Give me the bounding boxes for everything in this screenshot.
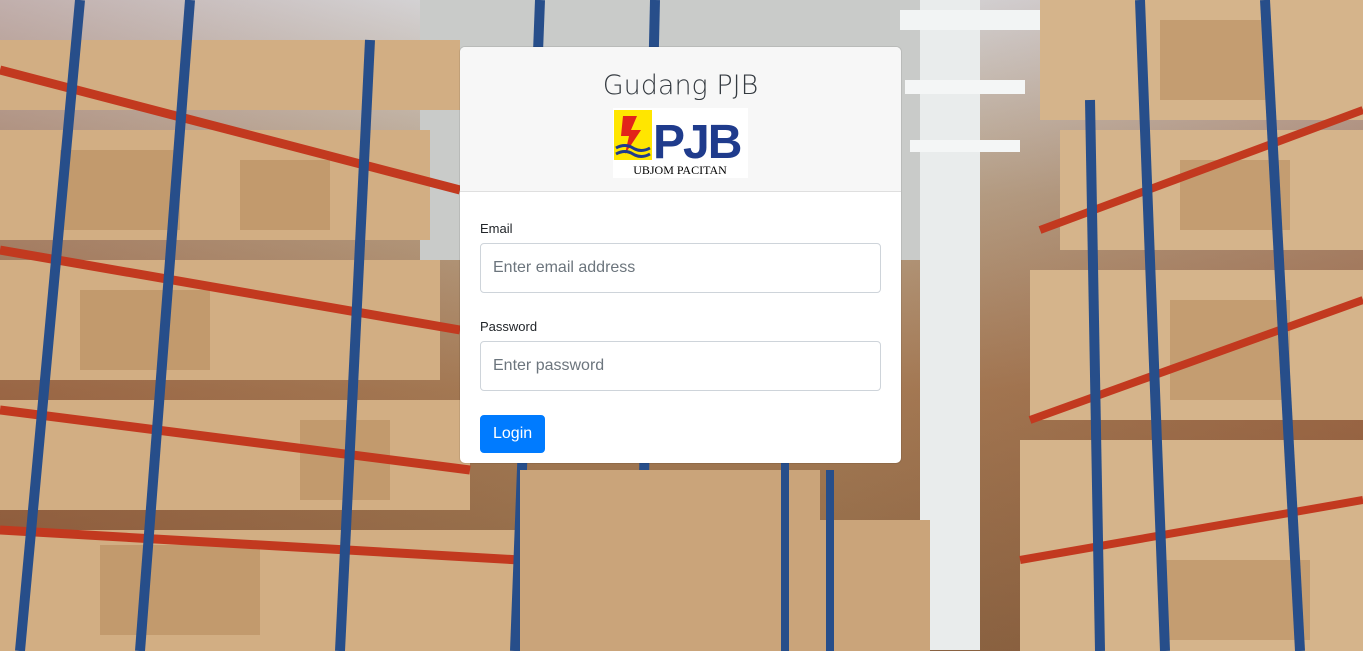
login-card: Gudang PJB PJB UBJOM PACITAN Email Passw… xyxy=(460,47,901,463)
login-form: Email Password Login xyxy=(460,192,901,453)
password-label: Password xyxy=(480,319,538,334)
email-label: Email xyxy=(480,221,513,236)
pjb-logo: PJB UBJOM PACITAN xyxy=(613,108,748,178)
password-group: Password xyxy=(480,317,881,391)
svg-text:PJB: PJB xyxy=(653,116,741,169)
logo-subtitle: UBJOM PACITAN xyxy=(633,163,727,177)
email-group: Email xyxy=(480,219,881,293)
password-input[interactable] xyxy=(480,341,881,391)
card-header: Gudang PJB PJB UBJOM PACITAN xyxy=(460,47,901,192)
app-title: Gudang PJB xyxy=(602,70,759,101)
login-button[interactable]: Login xyxy=(480,415,546,453)
email-input[interactable] xyxy=(480,243,881,293)
